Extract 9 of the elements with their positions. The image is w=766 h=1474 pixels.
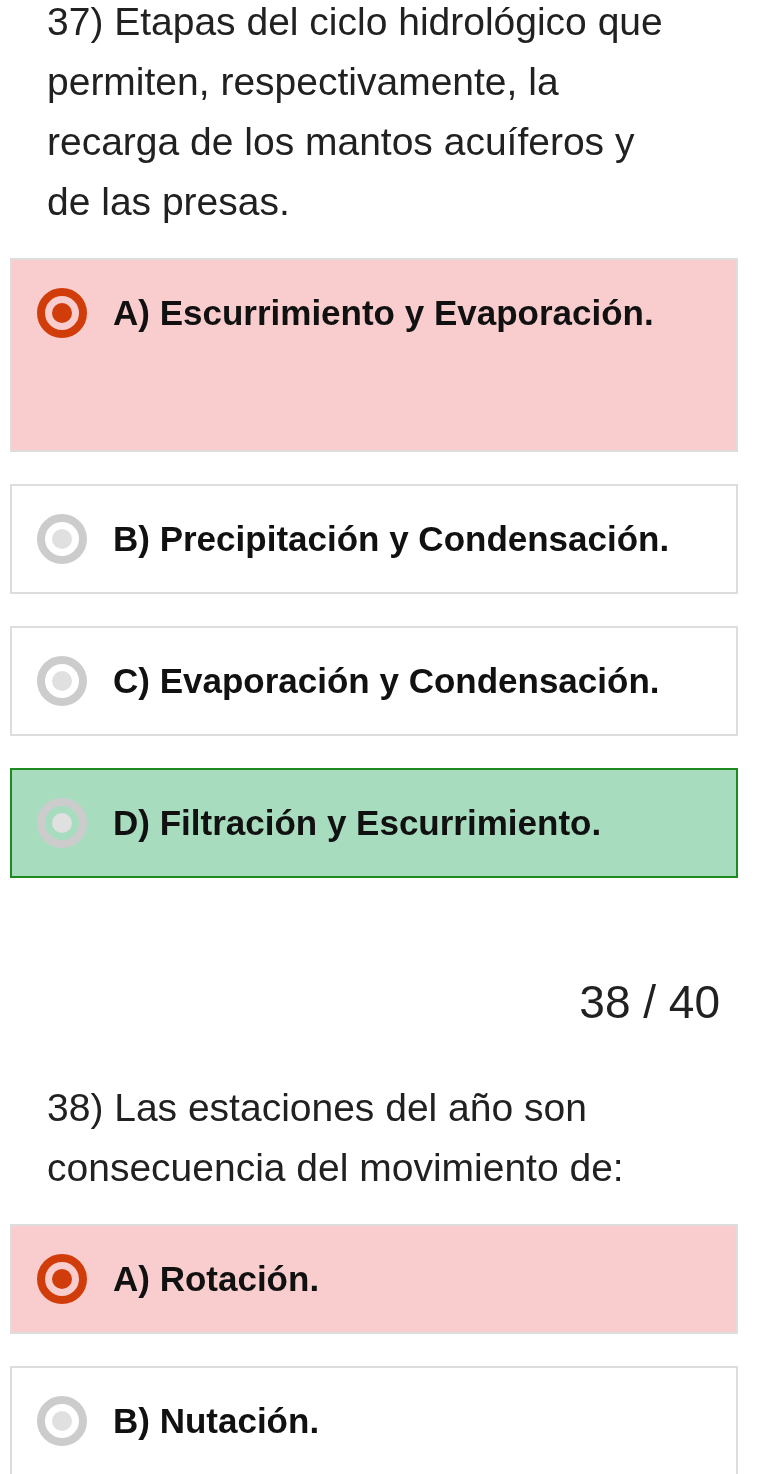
- answer-option[interactable]: A) Rotación.: [10, 1224, 738, 1334]
- question-text: 37) Etapas del ciclo hidrológico que permiten, respectivamente, la recarga de los mantos acuíferos y de las presas.: [46, 0, 664, 225]
- question-counter: 38 / 40: [578, 975, 721, 1030]
- answer-option[interactable]: B) Precipitación y Condensación.: [10, 484, 738, 594]
- answer-option[interactable]: B) Nutación.: [10, 1366, 738, 1474]
- answer-option[interactable]: C) Evaporación y Condensación.: [10, 626, 738, 736]
- answer-option[interactable]: A) Escurrimiento y Evaporación.: [10, 258, 738, 452]
- answer-option[interactable]: D) Filtración y Escurrimiento.: [10, 768, 738, 878]
- question-text: 38) Las estaciones del año son consecuencia del movimiento de:: [46, 1085, 625, 1191]
